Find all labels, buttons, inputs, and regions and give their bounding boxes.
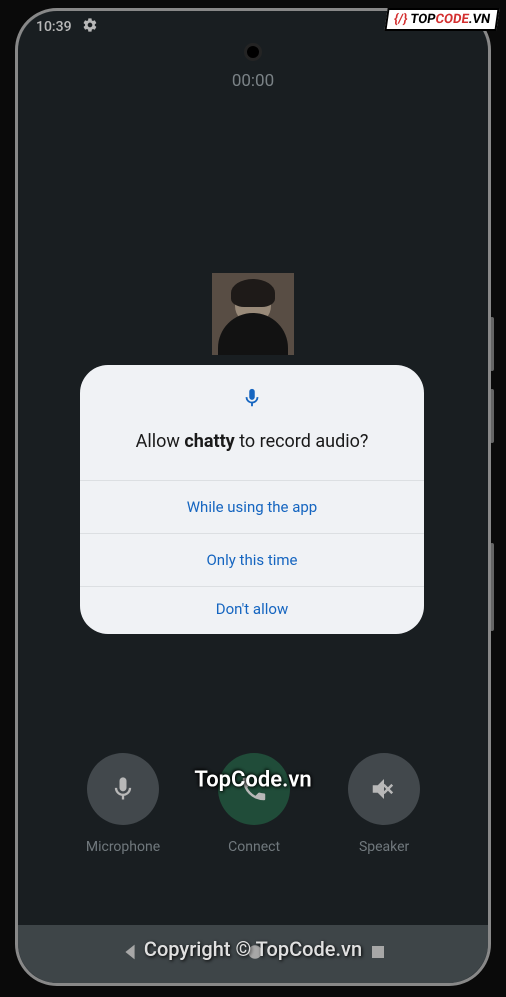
while-using-app-button[interactable]: While using the app xyxy=(80,480,424,533)
phone-frame: 10:39 00:00 Lường Tuấn Anh Microphone xyxy=(15,8,491,986)
watermark-bottom: Copyright © TopCode.vn xyxy=(144,937,362,961)
watermark-center: TopCode.vn xyxy=(194,768,311,793)
dialog-app-name: chatty xyxy=(184,431,234,452)
only-this-time-button[interactable]: Only this time xyxy=(80,533,424,586)
watermark-code: CODE xyxy=(434,12,469,27)
watermark-vn: .VN xyxy=(468,12,492,27)
dont-allow-button[interactable]: Don't allow xyxy=(80,586,424,634)
dialog-title-post: to record audio? xyxy=(235,431,369,452)
microphone-permission-icon xyxy=(100,387,404,413)
dialog-title-pre: Allow xyxy=(136,431,185,452)
watermark-icon: {/} xyxy=(393,12,409,27)
watermark-top: TOP xyxy=(409,12,436,27)
phone-screen: 10:39 00:00 Lường Tuấn Anh Microphone xyxy=(18,11,488,983)
dialog-header: Allow chatty to record audio? xyxy=(80,365,424,480)
watermark-logo: {/} TOPCODE.VN xyxy=(384,8,499,31)
dialog-title: Allow chatty to record audio? xyxy=(100,431,404,452)
permission-dialog: Allow chatty to record audio? While usin… xyxy=(80,365,424,634)
